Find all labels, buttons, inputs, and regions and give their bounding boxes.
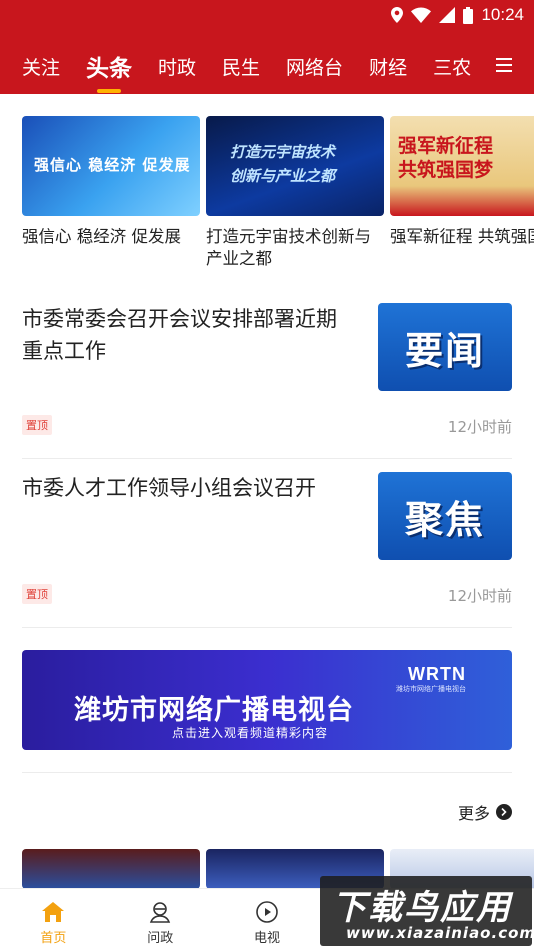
tab-wangluotai[interactable]: 网络台 xyxy=(286,53,343,80)
channel-tabs: 关注 头条 时政 民生 网络台 财经 三农 xyxy=(0,44,534,88)
nav-home[interactable]: 首页 xyxy=(0,889,107,950)
more-link[interactable]: 更多 xyxy=(458,800,512,824)
featured-image: 打造元宇宙技术 创新与产业之都 xyxy=(206,116,384,216)
top-header: 10:24 关注 头条 时政 民生 网络台 财经 三农 xyxy=(0,0,534,94)
watermark-url: www.xiazainiao.com xyxy=(346,924,534,942)
featured-card[interactable]: 打造元宇宙技术 创新与产业之都 打造元宇宙技术创新与产业之都 xyxy=(206,116,384,270)
news-thumbnail: 聚焦 xyxy=(378,472,512,560)
featured-image-text: 强信心 稳经济 促发展 xyxy=(34,156,191,174)
tab-sannong[interactable]: 三农 xyxy=(433,53,471,80)
tab-guanzhu[interactable]: 关注 xyxy=(22,53,60,80)
news-time: 12小时前 xyxy=(447,418,512,436)
tab-shizheng[interactable]: 时政 xyxy=(158,53,196,80)
news-title: 市委人才工作领导小组会议召开 xyxy=(22,476,316,500)
user-service-icon xyxy=(150,902,171,923)
wrtn-banner[interactable]: WRTN 潍坊市网络广播电视台 潍坊市网络广播电视台 点击进入观看频道精彩内容 xyxy=(22,650,512,750)
location-icon xyxy=(391,7,404,23)
wrtn-logo-subtitle: 潍坊市网络广播电视台 xyxy=(396,685,466,693)
featured-caption: 强信心 稳经济 促发展 xyxy=(22,227,181,246)
nav-label: 首页 xyxy=(40,931,67,946)
divider xyxy=(22,772,512,773)
featured-carousel: 强信心 稳经济 促发展 强信心 稳经济 促发展 打造元宇宙技术 创新与产业之都 … xyxy=(22,116,534,276)
status-time: 10:24 xyxy=(481,5,524,24)
tab-caijing[interactable]: 财经 xyxy=(369,53,407,80)
banner-subtitle: 点击进入观看频道精彩内容 xyxy=(172,726,329,740)
featured-image-text: 打造元宇宙技术 xyxy=(230,143,336,161)
news-thumbnail-text: 聚焦 xyxy=(404,497,485,542)
nav-label: 电视 xyxy=(253,931,280,946)
divider xyxy=(22,627,512,628)
featured-image-text: 强军新征程 xyxy=(398,135,494,157)
arrow-right-icon xyxy=(496,804,512,820)
wrtn-logo: WRTN xyxy=(408,664,466,684)
featured-image-text: 创新与产业之都 xyxy=(230,167,336,185)
featured-image: 强军新征程 共筑强国梦 xyxy=(390,116,534,216)
watermark-title: 下载鸟应用 xyxy=(332,888,512,928)
more-label: 更多 xyxy=(457,804,490,823)
featured-card[interactable]: 强军新征程 共筑强国梦 强军新征程 共筑强国梦 xyxy=(390,116,534,248)
featured-caption: 强军新征程 共筑强国梦 xyxy=(390,227,534,246)
video-thumbnail[interactable] xyxy=(22,849,200,889)
banner-title: 潍坊市网络广播电视台 xyxy=(74,695,354,726)
news-thumbnail: 要闻 xyxy=(378,303,512,391)
pinned-badge: 置顶 xyxy=(22,584,52,604)
news-thumbnail-text: 要闻 xyxy=(404,328,485,373)
news-title: 市委常委会召开会议安排部署近期重点工作 xyxy=(22,307,337,363)
tab-toutiao[interactable]: 头条 xyxy=(86,49,132,83)
watermark: 下载鸟应用 www.xiazainiao.com xyxy=(320,876,534,946)
status-bar: 10:24 xyxy=(391,4,524,26)
pinned-badge: 置顶 xyxy=(22,415,52,435)
nav-tv[interactable]: 电视 xyxy=(214,889,321,950)
signal-icon xyxy=(439,7,456,23)
channel-menu-icon[interactable] xyxy=(496,58,512,72)
featured-image-text: 共筑强国梦 xyxy=(398,159,494,181)
battery-icon xyxy=(463,6,474,24)
home-icon xyxy=(42,902,65,922)
featured-caption: 打造元宇宙技术创新与产业之都 xyxy=(206,227,371,268)
featured-image: 强信心 稳经济 促发展 xyxy=(22,116,200,216)
nav-wenzheng[interactable]: 问政 xyxy=(107,889,214,950)
play-circle-icon xyxy=(256,901,278,923)
news-item[interactable]: 市委人才工作领导小组会议召开 聚焦 置顶 12小时前 xyxy=(22,472,512,612)
news-time: 12小时前 xyxy=(447,587,512,605)
tab-minsheng[interactable]: 民生 xyxy=(222,53,260,80)
featured-card[interactable]: 强信心 稳经济 促发展 强信心 稳经济 促发展 xyxy=(22,116,200,248)
divider xyxy=(22,458,512,459)
wifi-icon xyxy=(411,7,432,23)
nav-label: 问政 xyxy=(147,931,174,946)
news-item[interactable]: 市委常委会召开会议安排部署近期重点工作 要闻 置顶 12小时前 xyxy=(22,303,512,443)
